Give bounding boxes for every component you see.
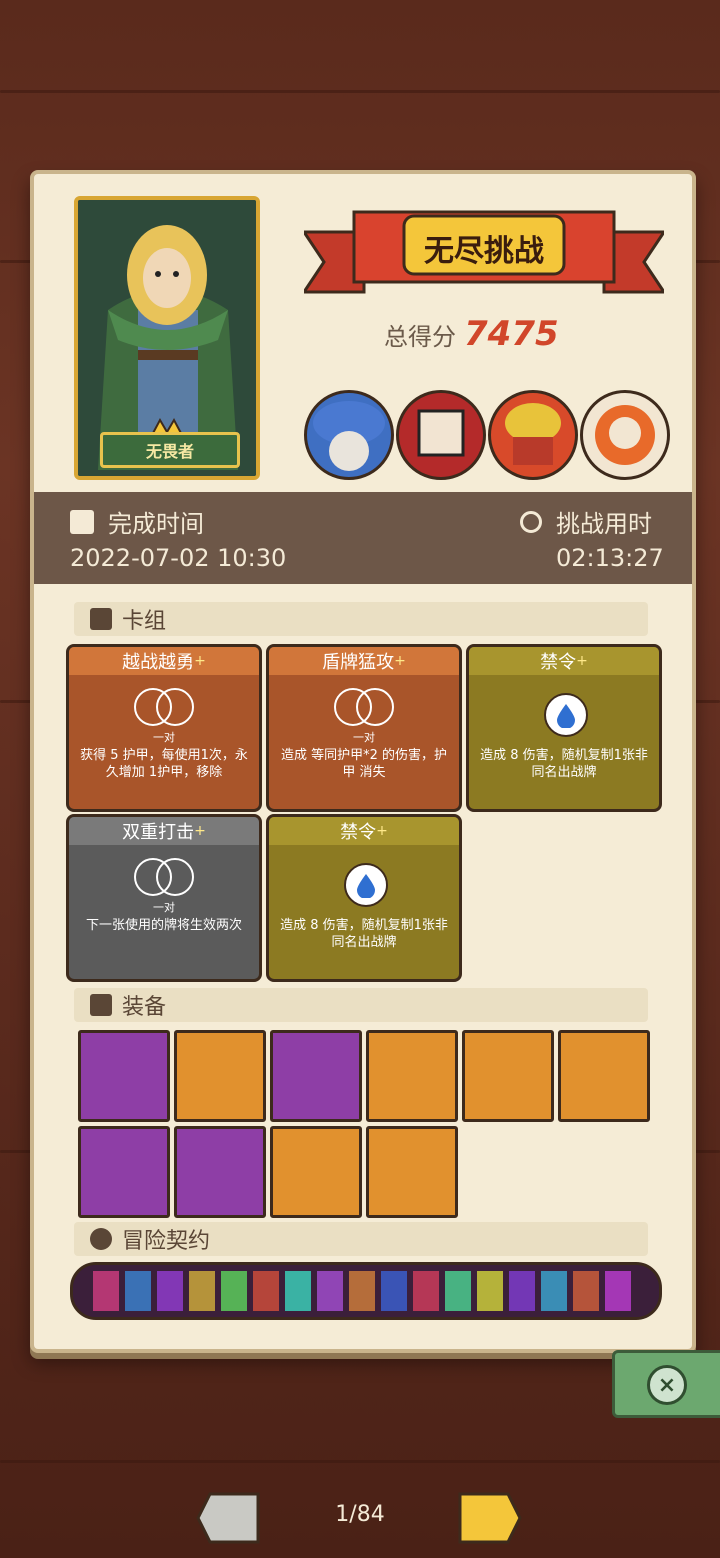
prev-page-button[interactable] xyxy=(196,1490,262,1546)
contracts-strip[interactable] xyxy=(70,1262,662,1320)
deck-card[interactable]: 禁令 + 造成 8 伤害，随机复制1张非同名出战牌 xyxy=(466,644,662,812)
water-drop-icon xyxy=(544,693,588,737)
cube-icon xyxy=(90,994,112,1016)
equipment-slime-icon[interactable] xyxy=(270,1126,362,1218)
card-title: 越战越勇 xyxy=(122,652,195,673)
pair-label: 一对 xyxy=(153,901,175,914)
card-title: 盾牌猛攻 xyxy=(322,652,395,673)
person-icon xyxy=(90,1228,112,1250)
equipment-ring-icon[interactable] xyxy=(462,1030,554,1122)
equipment-mirror-icon[interactable] xyxy=(270,1030,362,1122)
hero-name: 无畏者 xyxy=(100,432,240,468)
pager: 1/84 xyxy=(0,1480,720,1558)
pair-icon xyxy=(134,688,194,726)
pair-icon xyxy=(134,858,194,896)
next-page-button[interactable] xyxy=(456,1490,522,1546)
card-desc: 造成 8 伤害，随机复制1张非同名出战牌 xyxy=(280,918,448,950)
card-title: 禁令 xyxy=(340,822,377,843)
contracts-label: 冒险契约 xyxy=(122,1229,211,1254)
deck-card[interactable]: 越战越勇 + 一对 获得 5 护甲，每使用1次，永久增加 1护甲，移除 xyxy=(66,644,262,812)
cards-icon xyxy=(90,608,112,630)
stopwatch-icon xyxy=(520,510,542,533)
deck-card[interactable]: 盾牌猛攻 + 一对 造成 等同护甲*2 的伤害，护甲 消失 xyxy=(266,644,462,812)
total-score: 总得分 7475 xyxy=(384,312,584,356)
pair-label: 一对 xyxy=(153,731,175,744)
equipment-mask-icon[interactable] xyxy=(366,1030,458,1122)
boss-box-icon xyxy=(396,390,486,480)
water-drop-icon xyxy=(344,863,388,907)
equipment-label: 装备 xyxy=(122,995,167,1020)
hero-portrait: 无畏者 xyxy=(74,196,260,480)
pair-label: 一对 xyxy=(353,731,375,744)
contracts-section-header: 冒险契约 xyxy=(74,1222,648,1256)
title-banner: 无尽挑战 xyxy=(301,202,667,302)
close-icon: × xyxy=(647,1365,687,1405)
equipment-shield-icon[interactable] xyxy=(558,1030,650,1122)
duration-label: 挑战用时 xyxy=(556,510,652,538)
score-label: 总得分 xyxy=(384,322,456,351)
defeated-bosses xyxy=(304,390,670,482)
card-desc: 造成 等同护甲*2 的伤害，护甲 消失 xyxy=(280,748,448,780)
complete-time-label: 完成时间 xyxy=(108,510,204,538)
close-button[interactable]: × xyxy=(612,1350,720,1418)
equipment-orb-icon[interactable] xyxy=(366,1126,458,1218)
pair-icon xyxy=(334,688,394,726)
deck-card[interactable]: 禁令 + 造成 8 伤害，随机复制1张非同名出战牌 xyxy=(266,814,462,982)
complete-time-value: 2022-07-02 10:30 xyxy=(70,544,287,572)
deck-label: 卡组 xyxy=(122,609,167,634)
equipment-shard-icon[interactable] xyxy=(174,1126,266,1218)
card-title: 双重打击 xyxy=(122,822,195,843)
deck-card[interactable]: 双重打击 + 一对 下一张使用的牌将生效两次 xyxy=(66,814,262,982)
card-desc: 造成 8 伤害，随机复制1张非同名出战牌 xyxy=(480,748,648,780)
calendar-icon xyxy=(70,509,94,534)
equipment-cloth-icon[interactable] xyxy=(78,1126,170,1218)
deck-section-header: 卡组 xyxy=(74,602,648,636)
card-desc: 下一张使用的牌将生效两次 xyxy=(85,918,242,933)
score-value: 7475 xyxy=(464,314,559,354)
duration-value: 02:13:27 xyxy=(556,544,664,572)
equipment-section-header: 装备 xyxy=(74,988,648,1022)
page-indicator: 1/84 xyxy=(335,1502,385,1527)
result-panel: 无畏者 无尽挑战 总得分 7475 完成时间 2022-07-02 10:30 … xyxy=(30,170,696,1353)
boss-squid-icon xyxy=(488,390,578,480)
card-title: 禁令 xyxy=(540,652,577,673)
card-desc: 获得 5 护甲，每使用1次，永久增加 1护甲，移除 xyxy=(80,748,248,780)
equipment-claws-icon[interactable] xyxy=(78,1030,170,1122)
boss-mask-icon xyxy=(580,390,670,480)
equipment-moss-icon[interactable] xyxy=(174,1030,266,1122)
time-band: 完成时间 2022-07-02 10:30 挑战用时 02:13:27 xyxy=(34,492,692,584)
boss-mushroom-icon xyxy=(304,390,394,480)
banner-title: 无尽挑战 xyxy=(424,234,544,269)
